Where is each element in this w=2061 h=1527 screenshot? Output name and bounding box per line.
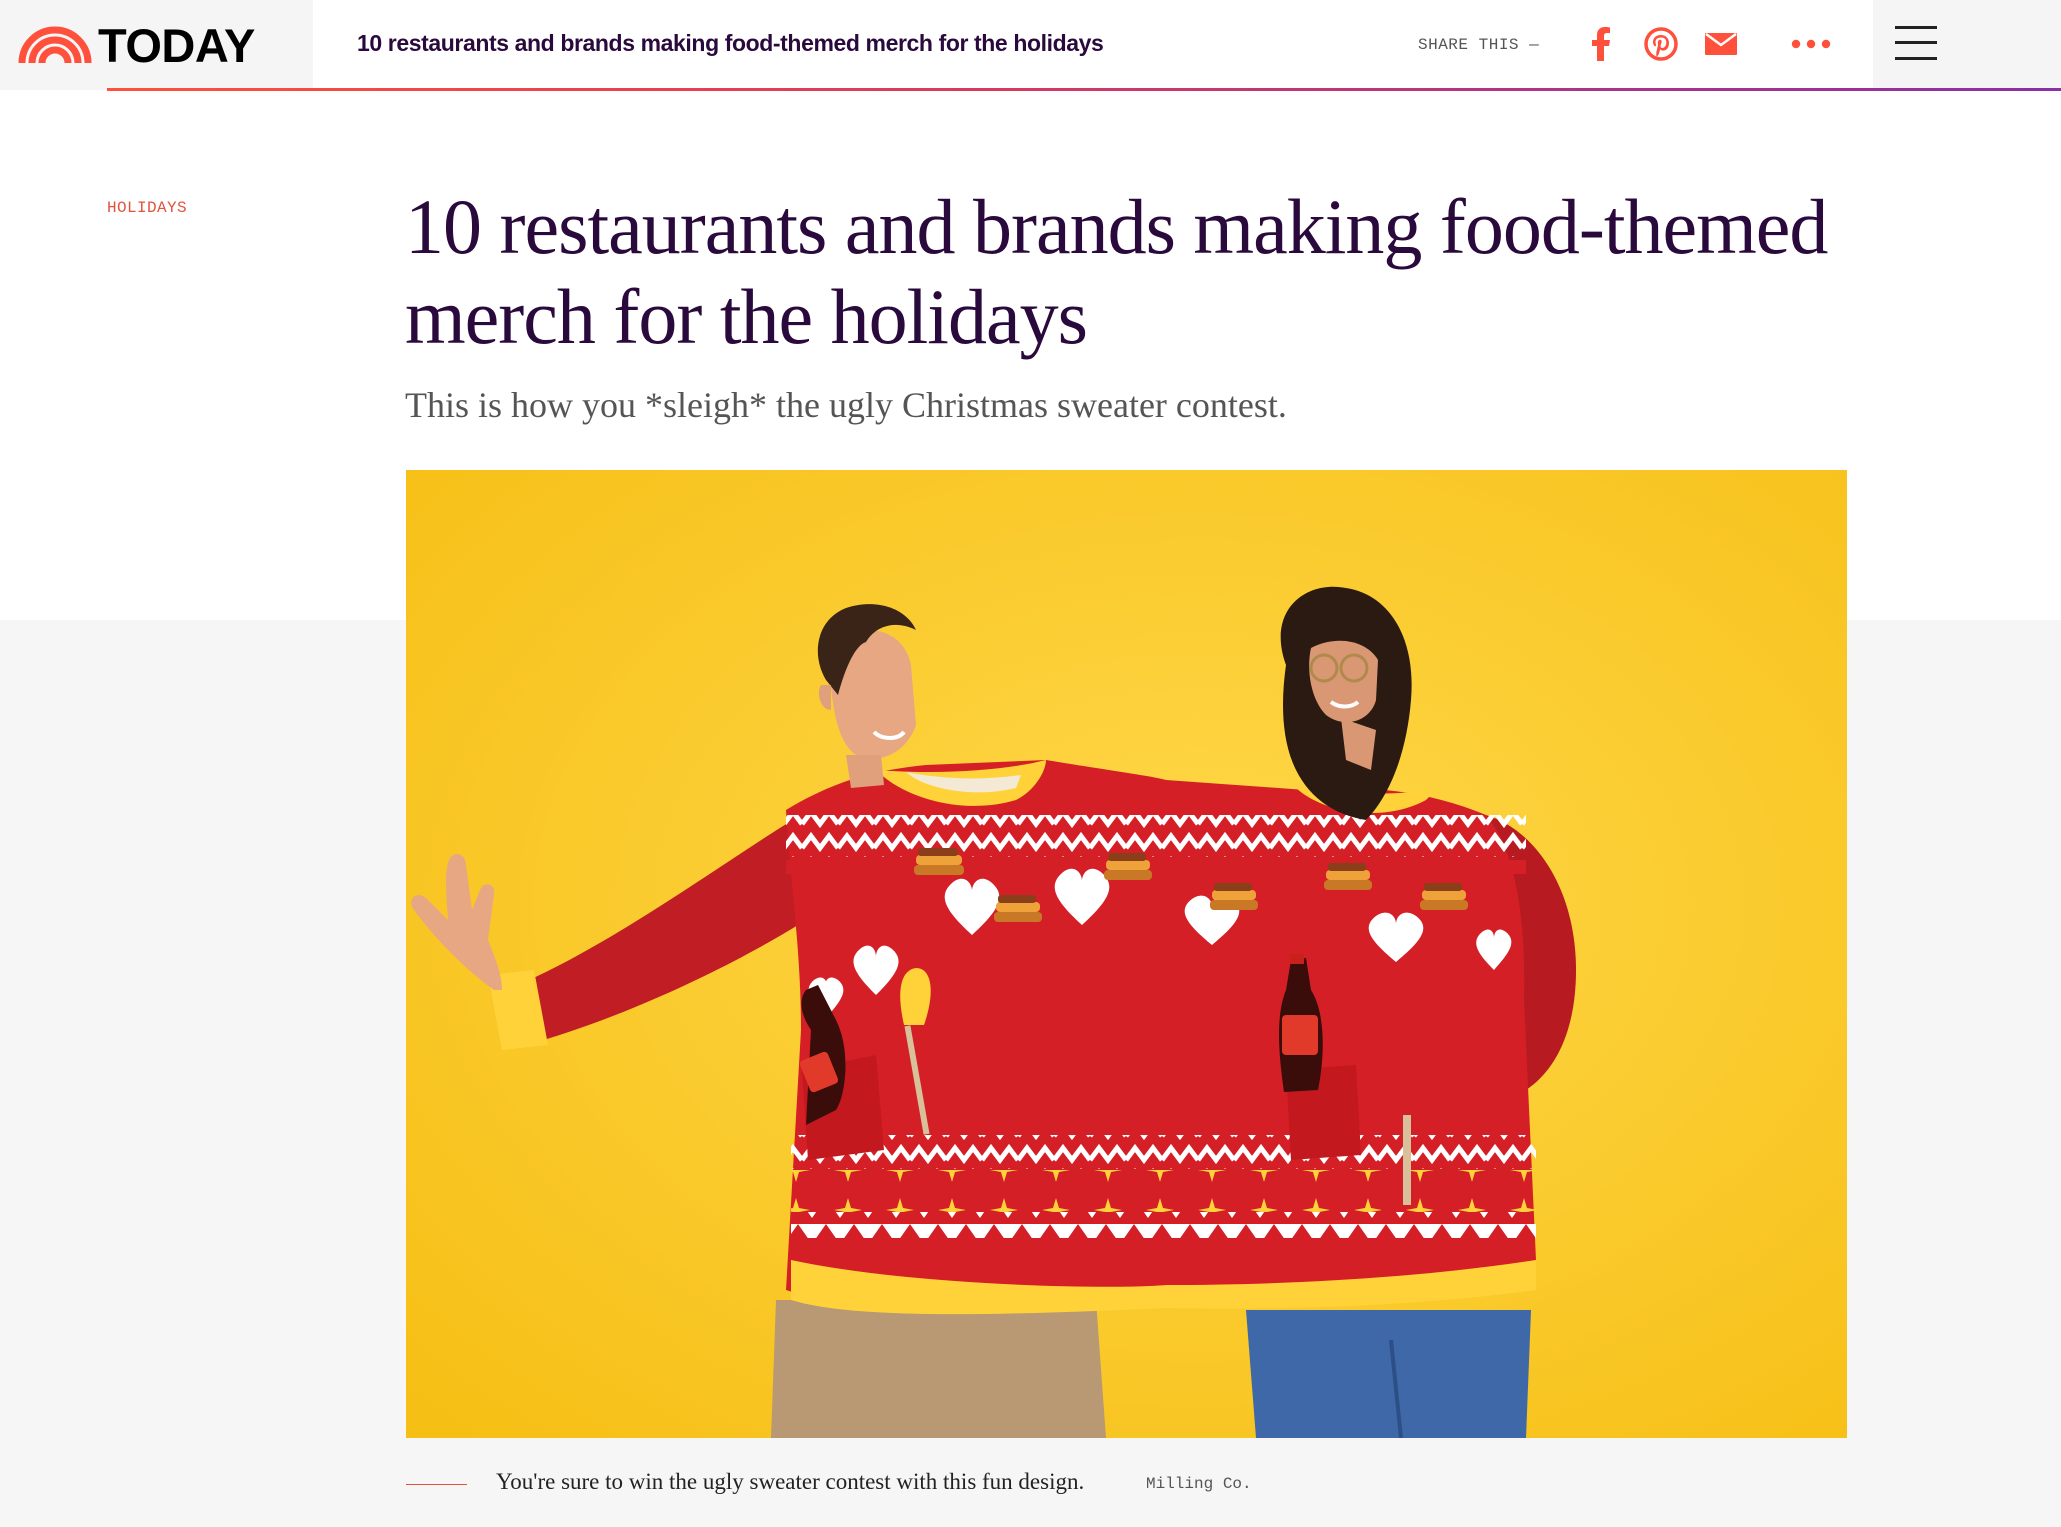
article-headline: 10 restaurants and brands making food-th… <box>405 183 1828 360</box>
facebook-icon <box>1592 27 1610 61</box>
caption-rule <box>406 1484 467 1485</box>
header-gradient-rule <box>107 88 2061 91</box>
email-share-button[interactable] <box>1701 22 1741 66</box>
today-logo[interactable]: TODAY <box>0 0 313 90</box>
email-icon <box>1705 33 1737 55</box>
logo-wordmark: TODAY <box>98 18 255 72</box>
more-icon <box>1791 39 1831 49</box>
header-article-title: 10 restaurants and brands making food-th… <box>357 30 1104 56</box>
section-label[interactable]: HOLIDAYS <box>107 199 187 217</box>
site-header: TODAY 10 restaurants and brands making f… <box>0 0 2061 91</box>
hamburger-menu-icon[interactable] <box>1895 24 1937 62</box>
pinterest-share-button[interactable] <box>1641 22 1681 66</box>
image-credit: Milling Co. <box>1146 1475 1252 1493</box>
article-dek: This is how you *sleigh* the ugly Christ… <box>405 385 1287 425</box>
rainbow-icon <box>18 26 92 64</box>
facebook-share-button[interactable] <box>1581 22 1621 66</box>
hero-illustration <box>406 470 1847 1438</box>
pinterest-icon <box>1644 27 1678 61</box>
hero-image <box>406 470 1847 1438</box>
more-share-button[interactable] <box>1791 22 1831 66</box>
share-label: SHARE THIS — <box>1418 36 1540 54</box>
image-caption: You're sure to win the ugly sweater cont… <box>496 1469 1085 1494</box>
